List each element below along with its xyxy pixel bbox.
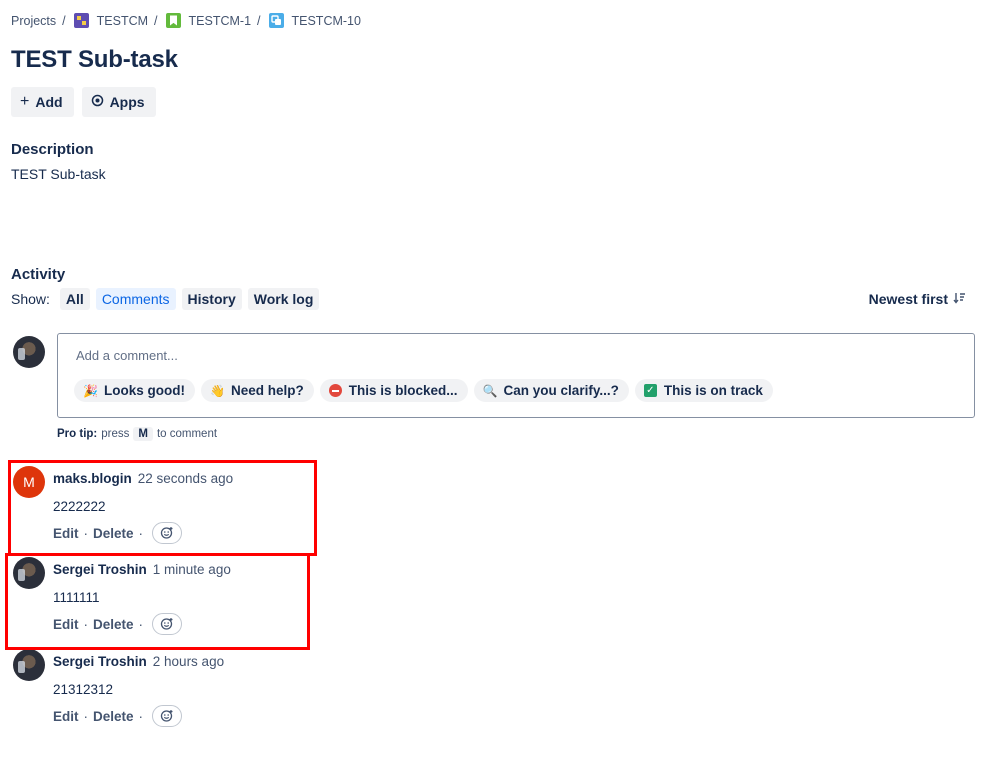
edit-comment-button[interactable]: Edit <box>53 709 79 724</box>
sort-label: Newest first <box>868 291 948 307</box>
separator-dot: · <box>138 708 144 724</box>
filter-comments[interactable]: Comments <box>95 288 176 310</box>
activity-filter-bar: Show: All Comments History Work log <box>11 288 320 310</box>
add-reaction-button[interactable] <box>152 705 183 727</box>
avatar: M <box>13 466 45 498</box>
activity-heading: Activity <box>11 266 66 283</box>
add-button[interactable]: + Add <box>11 87 74 117</box>
comment-body: 1111111 <box>53 590 100 605</box>
comment-timestamp[interactable]: 22 seconds ago <box>138 471 233 486</box>
story-icon <box>165 13 181 28</box>
avatar <box>13 557 45 589</box>
add-reaction-icon <box>160 618 173 630</box>
breadcrumb-separator: / <box>154 13 158 28</box>
sort-toggle[interactable]: Newest first <box>869 291 966 307</box>
edit-comment-button[interactable]: Edit <box>53 617 79 632</box>
delete-comment-button[interactable]: Delete <box>93 709 134 724</box>
quick-reply-blocked[interactable]: This is blocked... <box>319 379 468 402</box>
pro-tip-suffix: to comment <box>156 428 218 440</box>
filter-all[interactable]: All <box>59 288 90 310</box>
subtask-icon <box>268 13 284 28</box>
quick-reply-label: This is on track <box>663 383 763 398</box>
breadcrumb-separator: / <box>62 13 66 28</box>
breadcrumb-parent-issue[interactable]: TESTCM-1 <box>165 13 252 28</box>
pro-tip: Pro tip: press M to comment <box>57 427 217 441</box>
comment-actions: Edit · Delete · <box>53 613 183 635</box>
apps-button[interactable]: Apps <box>81 87 156 117</box>
breadcrumb-parent-label: TESTCM-1 <box>188 13 252 28</box>
breadcrumb-current-label: TESTCM-10 <box>291 13 361 28</box>
add-button-label: Add <box>35 94 63 110</box>
comment-body: 2222222 <box>53 499 106 514</box>
sort-descending-icon <box>953 291 966 307</box>
breadcrumb-current-issue[interactable]: TESTCM-10 <box>268 13 361 28</box>
comment-editor[interactable]: Add a comment... 🎉 Looks good! 👋 Need he… <box>57 333 975 418</box>
breadcrumb: Projects / TESTCM / TESTCM-1 / TESTCM-10 <box>11 13 361 28</box>
quick-reply-label: Need help? <box>231 383 304 398</box>
add-reaction-icon <box>160 710 173 722</box>
separator-dot: · <box>83 525 89 541</box>
plus-icon: + <box>20 93 30 110</box>
add-reaction-button[interactable] <box>152 613 183 635</box>
pro-tip-key: M <box>133 427 153 441</box>
apps-button-label: Apps <box>109 94 145 110</box>
separator-dot: · <box>138 616 144 632</box>
quick-reply-need-help[interactable]: 👋 Need help? <box>201 379 314 402</box>
separator-dot: · <box>138 525 144 541</box>
breadcrumb-projects[interactable]: Projects <box>11 14 56 28</box>
separator-dot: · <box>83 708 89 724</box>
comment-author-name[interactable]: maks.blogin <box>53 471 132 486</box>
description-heading: Description <box>11 141 94 158</box>
comment-author: Sergei Troshin 2 hours ago <box>53 654 224 669</box>
breadcrumb-project-label: TESTCM <box>96 13 149 28</box>
comment-author: Sergei Troshin 1 minute ago <box>53 562 231 577</box>
breadcrumb-project[interactable]: TESTCM <box>73 13 149 28</box>
issue-toolbar: + Add Apps <box>11 87 156 117</box>
check-icon: ✓ <box>643 384 657 397</box>
breadcrumb-separator: / <box>257 13 261 28</box>
filter-history[interactable]: History <box>181 288 242 310</box>
comment-item: M maks.blogin 22 seconds ago 2222222 Edit… <box>0 466 999 551</box>
separator-dot: · <box>83 616 89 632</box>
quick-reply-on-track[interactable]: ✓ This is on track <box>634 379 773 402</box>
waving-hand-icon: 👋 <box>210 383 225 398</box>
pro-tip-prefix: Pro tip: <box>57 428 98 440</box>
quick-reply-clarify[interactable]: 🔍 Can you clarify...? <box>473 379 629 402</box>
avatar <box>13 649 45 681</box>
comment-timestamp[interactable]: 2 hours ago <box>153 654 224 669</box>
quick-reply-label: This is blocked... <box>348 383 458 398</box>
edit-comment-button[interactable]: Edit <box>53 526 79 541</box>
add-reaction-icon <box>160 527 173 539</box>
pro-tip-press: press <box>101 428 130 440</box>
comment-item: Sergei Troshin 1 minute ago 1111111 Edit … <box>0 557 999 642</box>
delete-comment-button[interactable]: Delete <box>93 526 134 541</box>
no-entry-icon <box>328 384 342 397</box>
quick-reply-label: Looks good! <box>104 383 185 398</box>
comment-timestamp[interactable]: 1 minute ago <box>153 562 231 577</box>
delete-comment-button[interactable]: Delete <box>93 617 134 632</box>
comment-input-placeholder[interactable]: Add a comment... <box>76 348 178 363</box>
quick-reply-label: Can you clarify...? <box>503 383 619 398</box>
show-label: Show: <box>11 291 50 307</box>
description-text[interactable]: TEST Sub-task <box>11 166 106 182</box>
comment-author-name[interactable]: Sergei Troshin <box>53 562 147 577</box>
current-user-avatar <box>13 336 45 368</box>
comment-item: Sergei Troshin 2 hours ago 21312312 Edit … <box>0 649 999 734</box>
comment-actions: Edit · Delete · <box>53 705 183 727</box>
filter-work-log[interactable]: Work log <box>247 288 320 310</box>
apps-icon <box>91 94 104 110</box>
issue-title[interactable]: TEST Sub-task <box>11 46 178 74</box>
comment-author-name[interactable]: Sergei Troshin <box>53 654 147 669</box>
comment-body: 21312312 <box>53 682 114 697</box>
project-icon <box>73 13 89 28</box>
comment-author: maks.blogin 22 seconds ago <box>53 471 233 486</box>
quick-reply-looks-good[interactable]: 🎉 Looks good! <box>74 379 195 402</box>
add-reaction-button[interactable] <box>152 522 183 544</box>
quick-reply-list: 🎉 Looks good! 👋 Need help? This is block… <box>74 379 773 402</box>
party-popper-icon: 🎉 <box>83 383 98 398</box>
magnifier-icon: 🔍 <box>482 383 498 398</box>
comment-actions: Edit · Delete · <box>53 522 183 544</box>
